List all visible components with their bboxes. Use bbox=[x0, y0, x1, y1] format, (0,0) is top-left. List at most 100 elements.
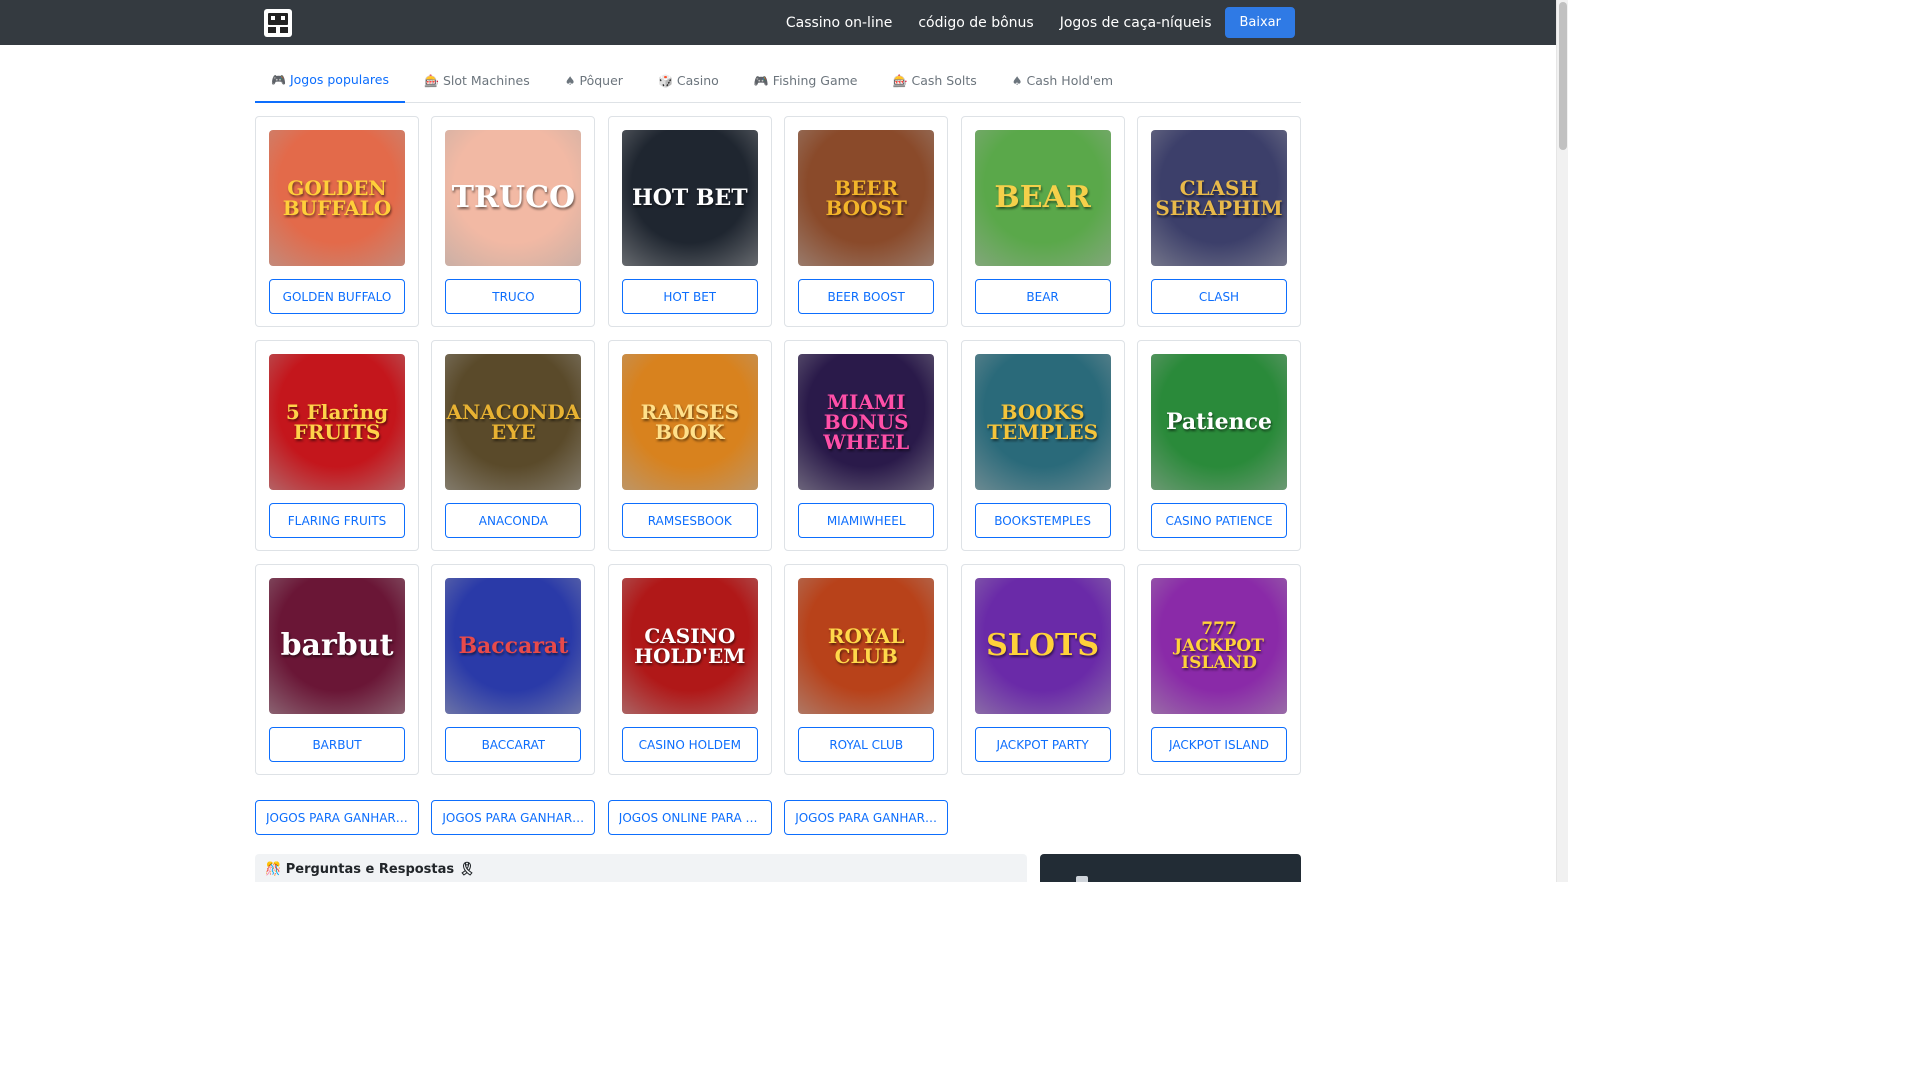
game-card[interactable]: MIAMI BONUS WHEEL MIAMIWHEEL bbox=[784, 340, 949, 551]
game-card[interactable]: BEAR BEAR bbox=[960, 116, 1125, 327]
play-game-button[interactable]: CASINO PATIENCE bbox=[1151, 503, 1287, 538]
tab-label: Cash Hold'em bbox=[1026, 73, 1114, 88]
game-thumbnail[interactable]: HOT BET bbox=[621, 130, 758, 266]
page-scrollbar[interactable] bbox=[1556, 0, 1568, 882]
game-thumbnail[interactable]: RAMSES BOOK bbox=[621, 354, 758, 490]
related-link-button[interactable]: JOGOS PARA GANHAR DINHEIRO bbox=[255, 800, 419, 835]
play-game-button[interactable]: MIAMIWHEEL bbox=[798, 503, 935, 538]
game-card[interactable]: ANACONDA EYE ANACONDA bbox=[431, 340, 596, 551]
related-link-label: JOGOS PARA GANHAR DINHEIRO bbox=[442, 810, 585, 825]
game-thumbnail[interactable]: 777 JACKPOT ISLAND bbox=[1151, 578, 1287, 714]
play-game-button[interactable]: BEER BOOST bbox=[798, 279, 935, 314]
play-game-button[interactable]: ANACONDA bbox=[445, 503, 582, 538]
game-card[interactable]: HOT BET HOT BET bbox=[607, 116, 772, 327]
game-thumbnail[interactable]: Patience bbox=[1151, 354, 1287, 490]
game-card[interactable]: ROYAL CLUB ROYAL CLUB bbox=[784, 564, 949, 775]
game-card[interactable]: barbut BARBUT bbox=[255, 564, 419, 775]
navbar-links: Cassino on-line código de bônus Jogos de… bbox=[760, 0, 1295, 45]
tab-slot-machines[interactable]: 🎰 Slot Machines bbox=[408, 58, 546, 103]
game-thumbnail[interactable]: TRUCO bbox=[445, 130, 582, 266]
scrollbar-thumb[interactable] bbox=[1559, 2, 1567, 150]
game-logo-art: ROYAL CLUB bbox=[827, 624, 905, 668]
tab-jogos-populares[interactable]: 🎮 Jogos populares bbox=[255, 58, 405, 103]
game-name-label: BEAR bbox=[1026, 289, 1059, 304]
game-card[interactable]: TRUCO TRUCO bbox=[431, 116, 596, 327]
play-game-button[interactable]: CLASH bbox=[1151, 279, 1287, 314]
tab-cash-solts[interactable]: 🎰 Cash Solts bbox=[877, 58, 993, 103]
play-game-button[interactable]: RAMSESBOOK bbox=[621, 503, 758, 538]
tab-label: Pôquer bbox=[579, 73, 623, 88]
play-game-button[interactable]: CASINO HOLDEM bbox=[621, 727, 758, 762]
game-card[interactable]: SLOTS JACKPOT PARTY bbox=[960, 564, 1125, 775]
game-card[interactable]: Baccarat BACCARAT bbox=[431, 564, 596, 775]
game-name-label: CASINO HOLDEM bbox=[638, 737, 741, 752]
tab-icon: 🎲 bbox=[657, 73, 673, 88]
play-game-button[interactable]: JACKPOT ISLAND bbox=[1151, 727, 1287, 762]
play-game-button[interactable]: TRUCO bbox=[445, 279, 582, 314]
related-link-label: JOGOS ONLINE PARA GANHAR DINHEIRO bbox=[618, 810, 761, 825]
tab-icon: ♠ bbox=[1011, 73, 1023, 88]
game-thumbnail[interactable]: BEER BOOST bbox=[798, 130, 935, 266]
game-card[interactable]: GOLDEN BUFFALO GOLDEN BUFFALO bbox=[255, 116, 419, 327]
game-thumbnail[interactable]: ROYAL CLUB bbox=[798, 578, 935, 714]
game-logo-art: CLASH SERAPHIM bbox=[1155, 176, 1283, 220]
game-name-label: BACCARAT bbox=[481, 737, 546, 752]
game-thumbnail[interactable]: MIAMI BONUS WHEEL bbox=[798, 354, 935, 490]
play-game-button[interactable]: BOOKSTEMPLES bbox=[974, 503, 1111, 538]
tab-fishing-game[interactable]: 🎮 Fishing Game bbox=[738, 58, 874, 103]
play-game-button[interactable]: BEAR bbox=[974, 279, 1111, 314]
play-game-button[interactable]: JACKPOT PARTY bbox=[974, 727, 1111, 762]
game-card[interactable]: 777 JACKPOT ISLAND JACKPOT ISLAND bbox=[1137, 564, 1301, 775]
game-name-label: MIAMIWHEEL bbox=[826, 513, 906, 528]
game-thumbnail[interactable]: CLASH SERAPHIM bbox=[1151, 130, 1287, 266]
tab-p-quer[interactable]: ♠ Pôquer bbox=[549, 58, 639, 103]
play-game-button[interactable]: BARBUT bbox=[269, 727, 405, 762]
tab-icon: ♠ bbox=[564, 73, 576, 88]
nav-link-bonus-code[interactable]: código de bônus bbox=[918, 15, 1033, 31]
game-name-label: HOT BET bbox=[663, 289, 717, 304]
related-link-button[interactable]: JOGOS PARA GANHAR DINHEIRO bbox=[784, 800, 949, 835]
tab-label: Cash Solts bbox=[911, 73, 977, 88]
game-thumbnail[interactable]: BOOKS TEMPLES bbox=[974, 354, 1111, 490]
tab-label: Jogos populares bbox=[289, 72, 389, 87]
game-card[interactable]: RAMSES BOOK RAMSESBOOK bbox=[607, 340, 772, 551]
related-link-button[interactable]: JOGOS PARA GANHAR DINHEIRO bbox=[431, 800, 596, 835]
game-thumbnail[interactable]: 5 Flaring FRUITS bbox=[269, 354, 405, 490]
game-thumbnail[interactable]: barbut bbox=[269, 578, 405, 714]
play-game-button[interactable]: GOLDEN BUFFALO bbox=[269, 279, 405, 314]
game-thumbnail[interactable]: SLOTS bbox=[974, 578, 1111, 714]
game-name-label: JACKPOT ISLAND bbox=[1169, 737, 1269, 752]
site-logo-icon[interactable] bbox=[261, 6, 295, 40]
game-logo-art: SLOTS bbox=[986, 628, 1100, 663]
game-logo-art: HOT BET bbox=[631, 185, 748, 211]
nav-link-online-casino[interactable]: Cassino on-line bbox=[786, 15, 892, 31]
play-game-button[interactable]: HOT BET bbox=[621, 279, 758, 314]
play-game-button[interactable]: ROYAL CLUB bbox=[798, 727, 935, 762]
game-name-label: JACKPOT PARTY bbox=[996, 737, 1089, 752]
game-thumbnail[interactable]: GOLDEN BUFFALO bbox=[269, 130, 405, 266]
game-name-label: ROYAL CLUB bbox=[829, 737, 904, 752]
game-name-label: BOOKSTEMPLES bbox=[994, 513, 1091, 528]
game-card[interactable]: BEER BOOST BEER BOOST bbox=[784, 116, 949, 327]
game-card[interactable]: 5 Flaring FRUITS FLARING FRUITS bbox=[255, 340, 419, 551]
game-card[interactable]: BOOKS TEMPLES BOOKSTEMPLES bbox=[960, 340, 1125, 551]
game-card[interactable]: CASINO HOLD'EM CASINO HOLDEM bbox=[607, 564, 772, 775]
tab-cash-hold-em[interactable]: ♠ Cash Hold'em bbox=[996, 58, 1129, 103]
related-link-button[interactable]: JOGOS ONLINE PARA GANHAR DINHEIRO bbox=[607, 800, 772, 835]
game-thumbnail[interactable]: Baccarat bbox=[445, 578, 582, 714]
game-thumbnail[interactable]: BEAR bbox=[974, 130, 1111, 266]
game-logo-art: MIAMI BONUS WHEEL bbox=[823, 390, 910, 454]
nav-link-slot-games[interactable]: Jogos de caça-níqueis bbox=[1060, 15, 1212, 31]
download-button[interactable]: Baixar bbox=[1225, 7, 1295, 38]
game-logo-art: GOLDEN BUFFALO bbox=[282, 176, 392, 220]
game-card[interactable]: CLASH SERAPHIM CLASH bbox=[1137, 116, 1301, 327]
tab-casino[interactable]: 🎲 Casino bbox=[642, 58, 735, 103]
game-card[interactable]: Patience CASINO PATIENCE bbox=[1137, 340, 1301, 551]
game-thumbnail[interactable]: CASINO HOLD'EM bbox=[621, 578, 758, 714]
game-name-label: CLASH bbox=[1198, 289, 1240, 304]
game-thumbnail[interactable]: ANACONDA EYE bbox=[445, 354, 582, 490]
related-link-label: JOGOS PARA GANHAR DINHEIRO bbox=[266, 810, 408, 825]
play-game-button[interactable]: FLARING FRUITS bbox=[269, 503, 405, 538]
play-game-button[interactable]: BACCARAT bbox=[445, 727, 582, 762]
game-name-label: TRUCO bbox=[492, 289, 535, 304]
